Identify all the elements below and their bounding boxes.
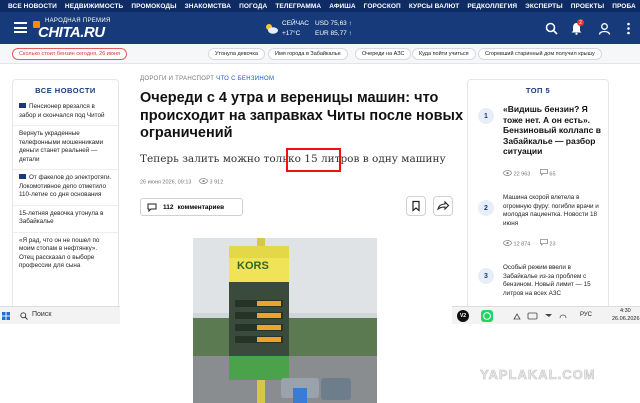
news-feed-title: ВСЕ НОВОСТИ: [35, 86, 96, 95]
watermark-text: YAPLAKAL.COM: [480, 367, 596, 383]
top5-item-stats: 22 963 65: [503, 169, 556, 178]
topnav-link[interactable]: КУРСЫ ВАЛЮТ: [409, 3, 460, 10]
top5-item-stats: 12 874 23: [503, 239, 556, 248]
topic-tag[interactable]: Сгоревший старинный дом получил крышу: [478, 48, 602, 60]
red-highlight-box: [286, 148, 341, 172]
share-icon: [437, 200, 450, 211]
station-sign-text: KORS: [237, 260, 269, 272]
tray-icons[interactable]: [512, 311, 572, 321]
top-navigation: ВСЕ НОВОСТИ НЕДВИЖИМОСТЬ ПРОМОКОДЫ ЗНАКО…: [0, 0, 640, 12]
system-tray: V2 РУС 4:30 26.06.2026: [452, 306, 640, 324]
eye-icon: [199, 178, 208, 184]
top5-item-title[interactable]: «Видишь бензин? Я тоже нет. А он есть». …: [503, 104, 603, 157]
usd-rate: USD 75,63 ↑: [315, 20, 352, 27]
notification-badge: 2: [577, 19, 584, 26]
topnav-link[interactable]: РЕДКОЛЛЕГИЯ: [467, 3, 517, 10]
news-item[interactable]: 15-летняя девочка утонула в Забайкалье: [13, 206, 118, 233]
video-icon: [19, 103, 26, 108]
news-item[interactable]: «Я рад, что он не пошел по моим стопам в…: [13, 233, 118, 276]
top5-item-title[interactable]: Машина скорой влетела в огромную фуру: п…: [503, 194, 605, 228]
news-feed: ВСЕ НОВОСТИ Пенсионер врезался в забор и…: [12, 79, 119, 319]
article: ДОРОГИ И ТРАНСПОРТ ЧТО С БЕНЗИНОМ Очеред…: [140, 76, 465, 216]
comment-icon: [147, 203, 157, 212]
taskbar-search[interactable]: Поиск: [0, 306, 120, 324]
rank-badge: 3: [478, 268, 494, 284]
user-icon[interactable]: [598, 22, 611, 35]
top5-title: ТОП 5: [525, 86, 551, 95]
search-icon: [20, 312, 28, 320]
site-logo[interactable]: CHITA.RU: [38, 24, 105, 41]
clock-date[interactable]: 26.06.2026: [612, 316, 640, 322]
topic-bar: Сколько стоит бензин сегодня, 26 июня Ут…: [0, 44, 640, 64]
topnav-link[interactable]: ПОГОДА: [239, 3, 267, 10]
topic-tag[interactable]: Имя города в Забайкалье: [268, 48, 348, 60]
gas-station-photo: [193, 238, 377, 403]
menu-icon[interactable]: [14, 22, 27, 33]
article-meta: 26 июня 2026, 09:13 3 912: [140, 178, 223, 186]
rank-badge: 2: [478, 200, 494, 216]
article-photo[interactable]: KORS: [193, 238, 377, 403]
comments-count: 112: [163, 203, 174, 211]
publish-date: 26 июня 2026, 09:13: [140, 179, 192, 186]
clock-time[interactable]: 4:30: [620, 308, 631, 314]
topnav-link[interactable]: ВСЕ НОВОСТИ: [8, 3, 57, 10]
top5-panel: ТОП 5 1 «Видишь бензин? Я тоже нет. А он…: [467, 79, 609, 311]
site-header: НАРОДНАЯ ПРЕМИЯ CHITA.RU СЕЙЧАС +17°C US…: [0, 12, 640, 44]
topnav-link[interactable]: ЗНАКОМСТВА: [185, 3, 231, 10]
bookmark-icon: [412, 200, 420, 212]
bookmark-button[interactable]: [406, 196, 426, 216]
topic-tag[interactable]: Очереди на АЗС: [355, 48, 412, 60]
topnav-link[interactable]: ЭКСПЕРТЫ: [525, 3, 563, 10]
comment-icon: [539, 239, 548, 246]
windows-start-icon[interactable]: [2, 312, 10, 320]
topnav-link[interactable]: ПРОМОКОДЫ: [131, 3, 176, 10]
eye-icon: [503, 170, 512, 176]
share-button[interactable]: [433, 196, 453, 216]
more-icon[interactable]: [622, 22, 635, 35]
weather-temperature: +17°C: [282, 30, 301, 37]
topnav-link[interactable]: ПРОЕКТЫ: [571, 3, 604, 10]
video-icon: [19, 174, 26, 179]
taskbar-search-input[interactable]: Поиск: [32, 311, 51, 318]
topic-tag[interactable]: Утонула девочка: [208, 48, 265, 60]
category-tag[interactable]: ЧТО С БЕНЗИНОМ: [216, 76, 274, 82]
rank-badge: 1: [478, 108, 494, 124]
topic-tag[interactable]: Куда пойти учиться: [412, 48, 476, 60]
topnav-link[interactable]: АФИША: [329, 3, 355, 10]
eye-icon: [503, 240, 512, 246]
app-v2-icon[interactable]: V2: [457, 310, 469, 322]
news-item[interactable]: Пенсионер врезался в забор и скончался п…: [13, 103, 118, 126]
eur-rate: EUR 85,77 ↑: [315, 30, 352, 37]
topnav-link[interactable]: ТЕЛЕГРАММА: [275, 3, 321, 10]
view-count: 3 912: [209, 179, 224, 186]
comments-label: комментариев: [177, 203, 225, 211]
breadcrumb: ДОРОГИ И ТРАНСПОРТ ЧТО С БЕНЗИНОМ: [140, 76, 465, 82]
weather-icon: [266, 24, 278, 34]
topnav-link[interactable]: ПРОБА: [612, 3, 636, 10]
search-icon[interactable]: [545, 22, 558, 35]
news-item[interactable]: От факелов до электротяги. Локомотивное …: [13, 170, 118, 206]
weather-label: СЕЙЧАС: [282, 20, 309, 27]
comments-button[interactable]: 112 комментариев: [140, 198, 243, 216]
comment-icon: [539, 169, 548, 176]
category-link[interactable]: ДОРОГИ И ТРАНСПОРТ: [140, 76, 214, 82]
topnav-link[interactable]: ГОРОСКОП: [364, 3, 401, 10]
fuel-price-alert[interactable]: Сколько стоит бензин сегодня, 26 июня: [12, 48, 128, 60]
whatsapp-icon[interactable]: [481, 310, 493, 322]
news-item[interactable]: Вернуть украденные телефонными мошенника…: [13, 126, 118, 170]
top5-item-title[interactable]: Особый режим ввели в Забайкалье из-за пр…: [503, 264, 605, 298]
article-title: Очереди с 4 утра и вереницы машин: что п…: [140, 90, 464, 141]
language-indicator[interactable]: РУС: [580, 312, 592, 318]
topnav-link[interactable]: НЕДВИЖИМОСТЬ: [65, 3, 123, 10]
